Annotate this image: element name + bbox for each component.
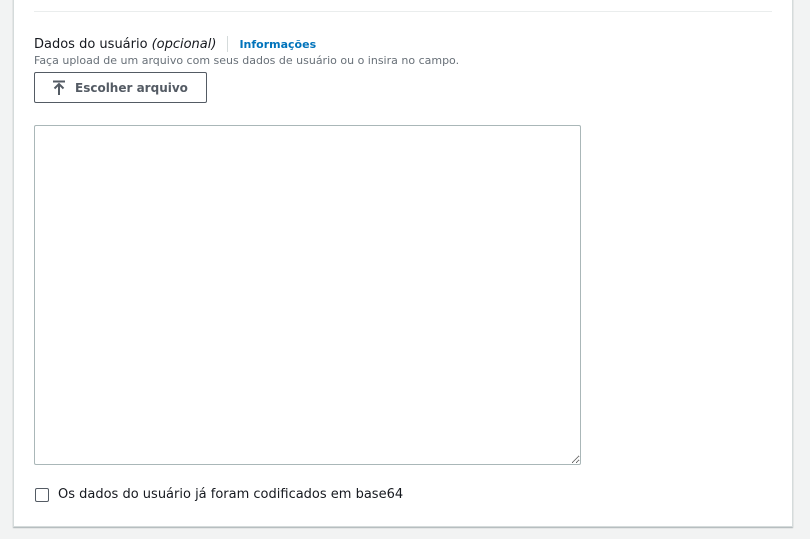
base64-checkbox-label: Os dados do usuário já foram codificados… xyxy=(58,487,404,502)
user-data-panel: Dados do usuário (opcional) Informações … xyxy=(13,0,793,527)
choose-file-button[interactable]: Escolher arquivo xyxy=(34,72,207,103)
user-data-label: Dados do usuário xyxy=(34,36,148,52)
label-separator xyxy=(227,36,229,52)
base64-checkbox-row[interactable]: Os dados do usuário já foram codificados… xyxy=(35,487,403,502)
user-data-label-row: Dados do usuário (opcional) Informações xyxy=(34,35,316,53)
section-divider xyxy=(34,11,772,12)
optional-tag: (opcional) xyxy=(151,36,217,52)
user-data-description: Faça upload de um arquivo com seus dados… xyxy=(34,54,460,67)
base64-checkbox[interactable] xyxy=(35,487,49,502)
upload-icon xyxy=(52,80,66,96)
choose-file-label: Escolher arquivo xyxy=(75,80,188,95)
user-data-textarea[interactable] xyxy=(34,125,581,465)
info-link[interactable]: Informações xyxy=(239,38,316,51)
